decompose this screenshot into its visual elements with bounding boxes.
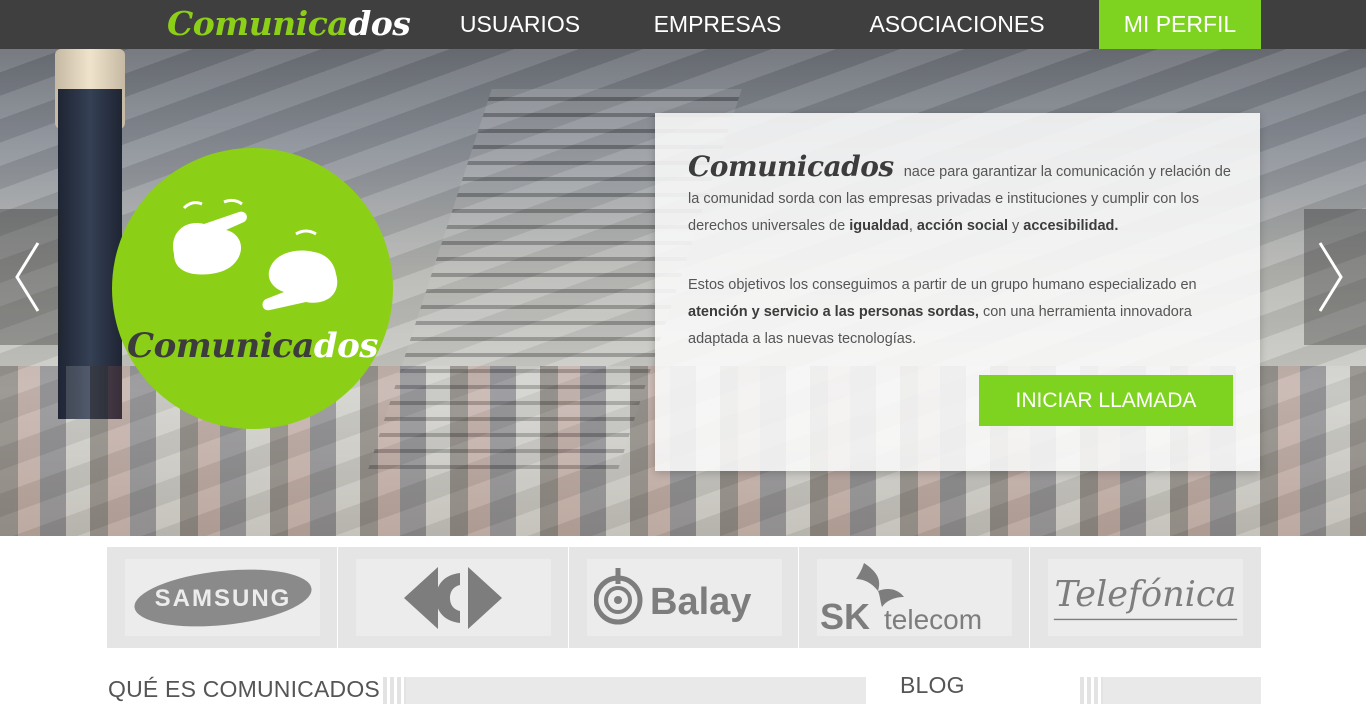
balay-logo: Balay (586, 559, 782, 636)
section-title-que-es: QUÉ ES COMUNICADOS (108, 676, 380, 702)
chevron-left-icon (15, 242, 40, 312)
samsung-logo-text: SAMSUNG (154, 585, 291, 612)
nav-item-asociaciones[interactable]: ASOCIACIONES (862, 0, 1052, 49)
partner-telefonica[interactable]: Telefónica (1030, 547, 1261, 648)
brand-badge: Comunicados (112, 148, 393, 429)
bold-igualdad: igualdad (849, 218, 909, 234)
section-divider-bars-left (383, 677, 408, 704)
logo-text-part2: dos (348, 4, 411, 43)
nav-item-usuarios[interactable]: USUARIOS (450, 0, 590, 49)
slider-prev-button[interactable] (0, 209, 62, 345)
site-logo[interactable]: Comunicados (167, 4, 411, 43)
section-divider-right (1103, 677, 1261, 704)
balay-logo-text: Balay (650, 581, 751, 623)
partner-carrefour[interactable] (337, 547, 569, 648)
sk-logo-text: SK (820, 596, 870, 635)
carrefour-logo-icon (404, 566, 503, 629)
badge-text-part1: Comunica (127, 326, 314, 366)
start-call-button[interactable]: INICIAR LLAMADA (979, 375, 1233, 426)
section-divider-bars-right (1080, 677, 1105, 704)
partner-samsung[interactable]: SAMSUNG (107, 547, 338, 648)
logo-text-part1: Comunica (167, 4, 349, 43)
samsung-logo: SAMSUNG (125, 559, 320, 636)
telefonica-logo-text: Telefónica (1055, 573, 1237, 614)
sk-telecom-logo-icon: SK telecom (820, 562, 982, 635)
partner-balay[interactable]: Balay (568, 547, 800, 648)
nav-item-empresas[interactable]: EMPRESAS (645, 0, 790, 49)
sk-telecom-logo: SK telecom (817, 559, 1013, 636)
section-title-blog: BLOG (900, 672, 965, 698)
sign-language-hands-icon (173, 198, 338, 311)
hero-slider: Comunicados Comunicados nace para garant… (0, 49, 1366, 536)
sep-1: , (908, 218, 913, 234)
badge-text-part2: dos (313, 326, 379, 366)
top-navigation: Comunicados USUARIOS EMPRESAS ASOCIACION… (0, 0, 1366, 49)
bold-atencion: atención y servicio a las personas sorda… (688, 304, 979, 320)
intro-panel: Comunicados nace para garantizar la comu… (655, 113, 1260, 471)
slider-next-button[interactable] (1304, 209, 1366, 345)
intro-text-2a: Estos objetivos los conseguimos a partir… (688, 277, 1197, 293)
intro-paragraph-1: Comunicados nace para garantizar la comu… (688, 153, 1233, 240)
balay-logo-icon: Balay (594, 567, 752, 624)
partner-logos: SAMSUNG Balay SK telecom Telefónica (107, 547, 1261, 648)
telefonica-logo-icon: Telefónica (1054, 573, 1238, 620)
inline-brand-name: Comunicados (688, 150, 894, 183)
chevron-right-icon (1318, 242, 1343, 312)
badge-brand-text: Comunicados (112, 326, 393, 366)
section-divider-left (406, 677, 866, 704)
intro-paragraph-2: Estos objetivos los conseguimos a partir… (688, 272, 1233, 353)
bold-accesibilidad: accesibilidad. (1023, 218, 1119, 234)
partner-sk-telecom[interactable]: SK telecom (799, 547, 1031, 648)
bold-accion-social: acción social (916, 218, 1008, 234)
carrefour-logo (355, 559, 551, 636)
sep-2: y (1012, 218, 1020, 234)
nav-item-mi-perfil[interactable]: MI PERFIL (1099, 0, 1261, 49)
samsung-logo-icon: SAMSUNG (133, 569, 312, 626)
telecom-logo-text: telecom (884, 604, 982, 635)
telefonica-logo: Telefónica (1048, 559, 1244, 636)
